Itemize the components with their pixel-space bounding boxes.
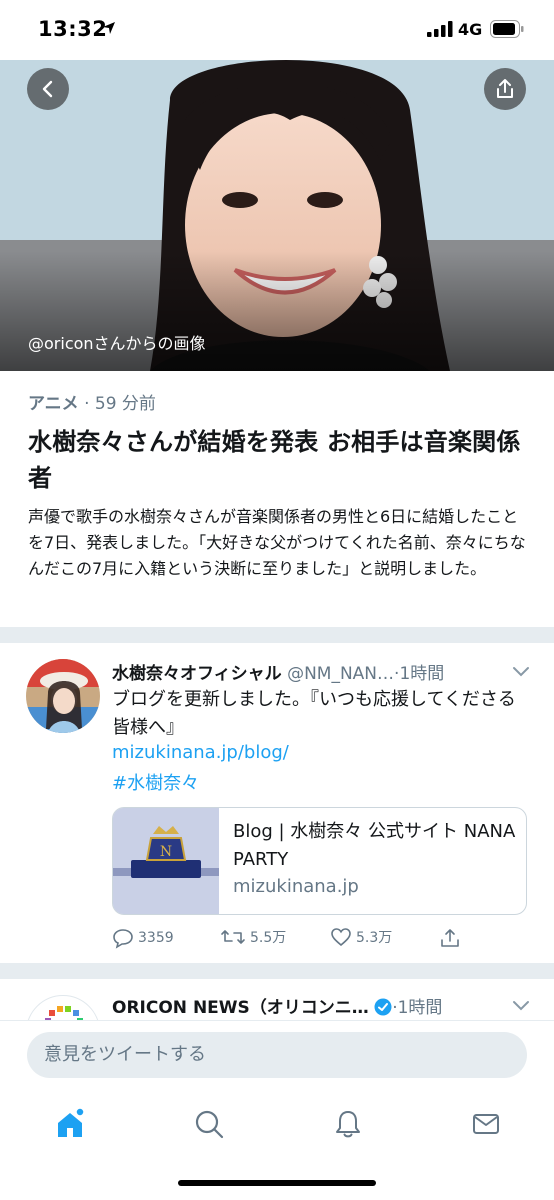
network-type: 4G bbox=[458, 20, 483, 39]
share-button[interactable] bbox=[484, 68, 526, 110]
oricon-logo-icon bbox=[30, 997, 98, 1020]
meta-separator: · bbox=[78, 394, 95, 414]
article-summary-block: アニメ · 59 分前 水樹奈々さんが結婚を発表 お相手は音楽関係者 声優で歌手… bbox=[0, 371, 554, 627]
section-divider bbox=[0, 627, 554, 643]
reply-bar: 意見をツイートする bbox=[0, 1020, 554, 1088]
tab-messages[interactable] bbox=[466, 1104, 506, 1144]
article-meta: アニメ · 59 分前 bbox=[28, 389, 526, 414]
avatar-image bbox=[26, 659, 100, 733]
signal-icon bbox=[427, 21, 453, 41]
reply-button[interactable]: 3359 bbox=[112, 927, 174, 949]
article-category: アニメ bbox=[28, 394, 79, 414]
tweet-text: ブログを更新しました。『いつも応援してくださる皆様へ』 bbox=[112, 689, 516, 738]
section-divider bbox=[0, 963, 554, 979]
tab-home[interactable] bbox=[50, 1104, 90, 1144]
tweet-link[interactable]: mizukinana.jp/blog/ bbox=[112, 742, 289, 763]
reply-count: 3359 bbox=[138, 930, 174, 946]
tweet-author-handle[interactable]: @NM_NAN… bbox=[287, 664, 394, 684]
like-count: 5.3万 bbox=[356, 930, 393, 946]
retweet-button[interactable]: 5.5万 bbox=[220, 927, 286, 947]
tweet-header: ORICON NEWS（オリコンニ… ·1時間 bbox=[112, 993, 442, 1018]
tweet-time: 1時間 bbox=[397, 998, 443, 1018]
share-icon bbox=[497, 79, 513, 98]
card-domain: mizukinana.jp bbox=[233, 876, 359, 897]
verified-badge-icon bbox=[374, 998, 392, 1016]
tweet-share-button[interactable] bbox=[439, 927, 461, 949]
tweet-time: 1時間 bbox=[399, 664, 445, 684]
tab-search[interactable] bbox=[189, 1104, 229, 1144]
tweet-author-name[interactable]: ORICON NEWS（オリコンニ… bbox=[112, 998, 369, 1018]
retweet-count: 5.5万 bbox=[250, 930, 287, 946]
article-age: 59 分前 bbox=[94, 394, 156, 414]
home-indicator bbox=[178, 1180, 376, 1186]
tweet-hashtag[interactable]: #水樹奈々 bbox=[112, 769, 199, 795]
search-icon bbox=[195, 1110, 224, 1139]
reply-icon bbox=[113, 929, 133, 949]
tweet-header: 水樹奈々オフィシャル @NM_NAN…·1時間 bbox=[112, 659, 444, 684]
chevron-down-icon[interactable] bbox=[512, 997, 530, 1016]
battery-icon bbox=[490, 20, 524, 42]
tweet-card[interactable]: 水樹奈々オフィシャル @NM_NAN…·1時間 ブログを更新しました。『いつも応… bbox=[0, 643, 554, 963]
nana-party-logo-icon: N bbox=[113, 808, 219, 914]
like-button[interactable]: 5.3万 bbox=[330, 927, 392, 947]
back-button[interactable] bbox=[27, 68, 69, 110]
hero-caption: @oriconさんからの画像 bbox=[28, 334, 206, 353]
messages-icon bbox=[473, 1114, 499, 1134]
location-arrow-icon bbox=[102, 20, 116, 39]
article-body: 声優で歌手の水樹奈々さんが音楽関係者の男性と6日に結婚したことを7日、発表しまし… bbox=[28, 507, 526, 578]
svg-text:N: N bbox=[160, 844, 172, 860]
home-icon bbox=[58, 1107, 85, 1137]
avatar[interactable] bbox=[26, 659, 100, 733]
card-title: Blog | 水樹奈々 公式サイト NANA PARTY bbox=[233, 821, 516, 870]
tweet-author-name[interactable]: 水樹奈々オフィシャル bbox=[112, 664, 282, 684]
share-icon bbox=[441, 929, 459, 947]
avatar[interactable] bbox=[26, 995, 100, 1020]
tab-notifications[interactable] bbox=[328, 1104, 368, 1144]
article-title: 水樹奈々さんが結婚を発表 お相手は音楽関係者 bbox=[28, 428, 521, 492]
tweet-card[interactable]: ORICON NEWS（オリコンニ… ·1時間 bbox=[0, 979, 554, 1020]
article-hero-image[interactable]: @oriconさんからの画像 bbox=[0, 60, 554, 371]
status-bar: 13:32 4G bbox=[0, 0, 554, 60]
retweet-icon bbox=[221, 930, 245, 944]
chevron-down-icon[interactable] bbox=[512, 663, 530, 682]
heart-icon bbox=[331, 928, 351, 947]
card-thumbnail: N bbox=[113, 808, 219, 914]
chevron-left-icon bbox=[42, 80, 53, 98]
link-preview-card[interactable]: N Blog | 水樹奈々 公式サイト NANA PARTY mizukinan… bbox=[112, 807, 527, 915]
notifications-icon bbox=[336, 1111, 360, 1138]
status-time: 13:32 bbox=[38, 17, 108, 41]
tweet-reply-input[interactable]: 意見をツイートする bbox=[27, 1032, 527, 1078]
